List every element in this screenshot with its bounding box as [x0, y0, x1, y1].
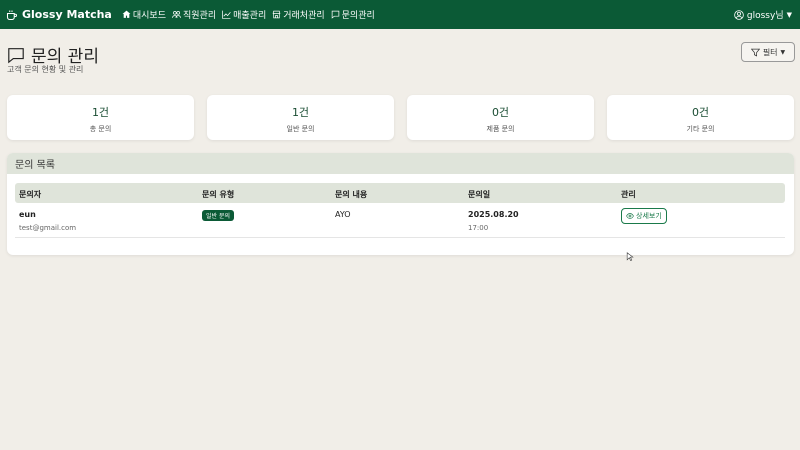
brand-label: Glossy Matcha [22, 8, 112, 21]
inquiry-list-card: 문의 목록 문의자 문의 유형 문의 내용 문의일 관리 eun test@gm… [7, 153, 794, 255]
page-subtitle: 고객 문의 현황 및 관리 [7, 65, 84, 74]
inquirer-name: eun [19, 210, 36, 219]
user-name: glossy님 [746, 11, 784, 21]
user-menu[interactable]: glossy님 ▼ [734, 0, 792, 29]
inquiry-time: 17:00 [468, 224, 489, 232]
caret-down-icon: ▼ [780, 48, 786, 56]
house-icon [122, 10, 131, 18]
nav-label: 매출관리 [233, 11, 267, 21]
detail-button-label: 상세보기 [636, 212, 662, 220]
stat-label: 제품 문의 [486, 125, 515, 133]
inquirer-email: test@gmail.com [19, 224, 77, 232]
user-circle-icon [734, 9, 744, 20]
table-row: eun test@gmail.com 일반 문의 AYO 2025.08.20 … [15, 206, 785, 238]
stat-card-general: 1건 일반 문의 [207, 95, 394, 140]
top-navbar: Glossy Matcha 대시보드 직원관리 매출관리 거래처관리 문의관리 … [0, 0, 800, 29]
chat-icon [8, 47, 24, 63]
inquiry-content: AYO [335, 210, 351, 219]
column-header: 문의 유형 [202, 190, 235, 199]
stat-value: 1건 [291, 106, 310, 119]
nav-item-inquiries[interactable]: 문의관리 [331, 8, 375, 21]
detail-button[interactable]: 상세보기 [621, 208, 667, 224]
brand[interactable]: Glossy Matcha [6, 8, 112, 21]
stat-value: 1건 [91, 106, 110, 119]
column-header: 문의일 [468, 190, 491, 199]
stat-value: 0건 [491, 106, 510, 119]
list-title: 문의 목록 [7, 153, 794, 174]
column-header: 문의 내용 [335, 190, 368, 199]
filter-button[interactable]: 필터 ▼ [741, 42, 795, 62]
people-icon [172, 11, 181, 18]
chart-line-icon [222, 10, 231, 19]
shop-icon [272, 10, 281, 19]
mouse-cursor-icon [626, 252, 634, 261]
eye-icon [626, 213, 634, 219]
type-badge: 일반 문의 [202, 210, 234, 221]
cup-icon [6, 10, 18, 20]
stat-card-other: 0건 기타 문의 [607, 95, 794, 140]
table-header: 문의자 문의 유형 문의 내용 문의일 관리 [15, 183, 785, 203]
column-header: 문의자 [19, 190, 42, 199]
nav-item-dashboard[interactable]: 대시보드 [122, 8, 166, 21]
nav-label: 대시보드 [132, 11, 166, 21]
caret-down-icon: ▼ [786, 10, 792, 19]
stat-label: 기타 문의 [686, 125, 715, 133]
column-header: 관리 [621, 190, 636, 199]
stat-value: 0건 [691, 106, 710, 119]
nav-label: 거래처관리 [283, 11, 325, 21]
stat-label: 총 문의 [89, 125, 112, 133]
stat-label: 일반 문의 [286, 125, 315, 133]
stat-card-product: 0건 제품 문의 [407, 95, 594, 140]
nav-item-sales[interactable]: 매출관리 [222, 8, 266, 21]
nav-item-employees[interactable]: 직원관리 [172, 8, 216, 21]
nav-item-clients[interactable]: 거래처관리 [272, 8, 325, 21]
nav-label: 문의관리 [341, 11, 375, 21]
funnel-icon [750, 48, 760, 56]
inquiry-date: 2025.08.20 [468, 210, 519, 219]
chat-icon [331, 10, 339, 19]
filter-label: 필터 [762, 47, 778, 57]
stat-card-total: 1건 총 문의 [7, 95, 194, 140]
nav-label: 직원관리 [182, 11, 217, 21]
